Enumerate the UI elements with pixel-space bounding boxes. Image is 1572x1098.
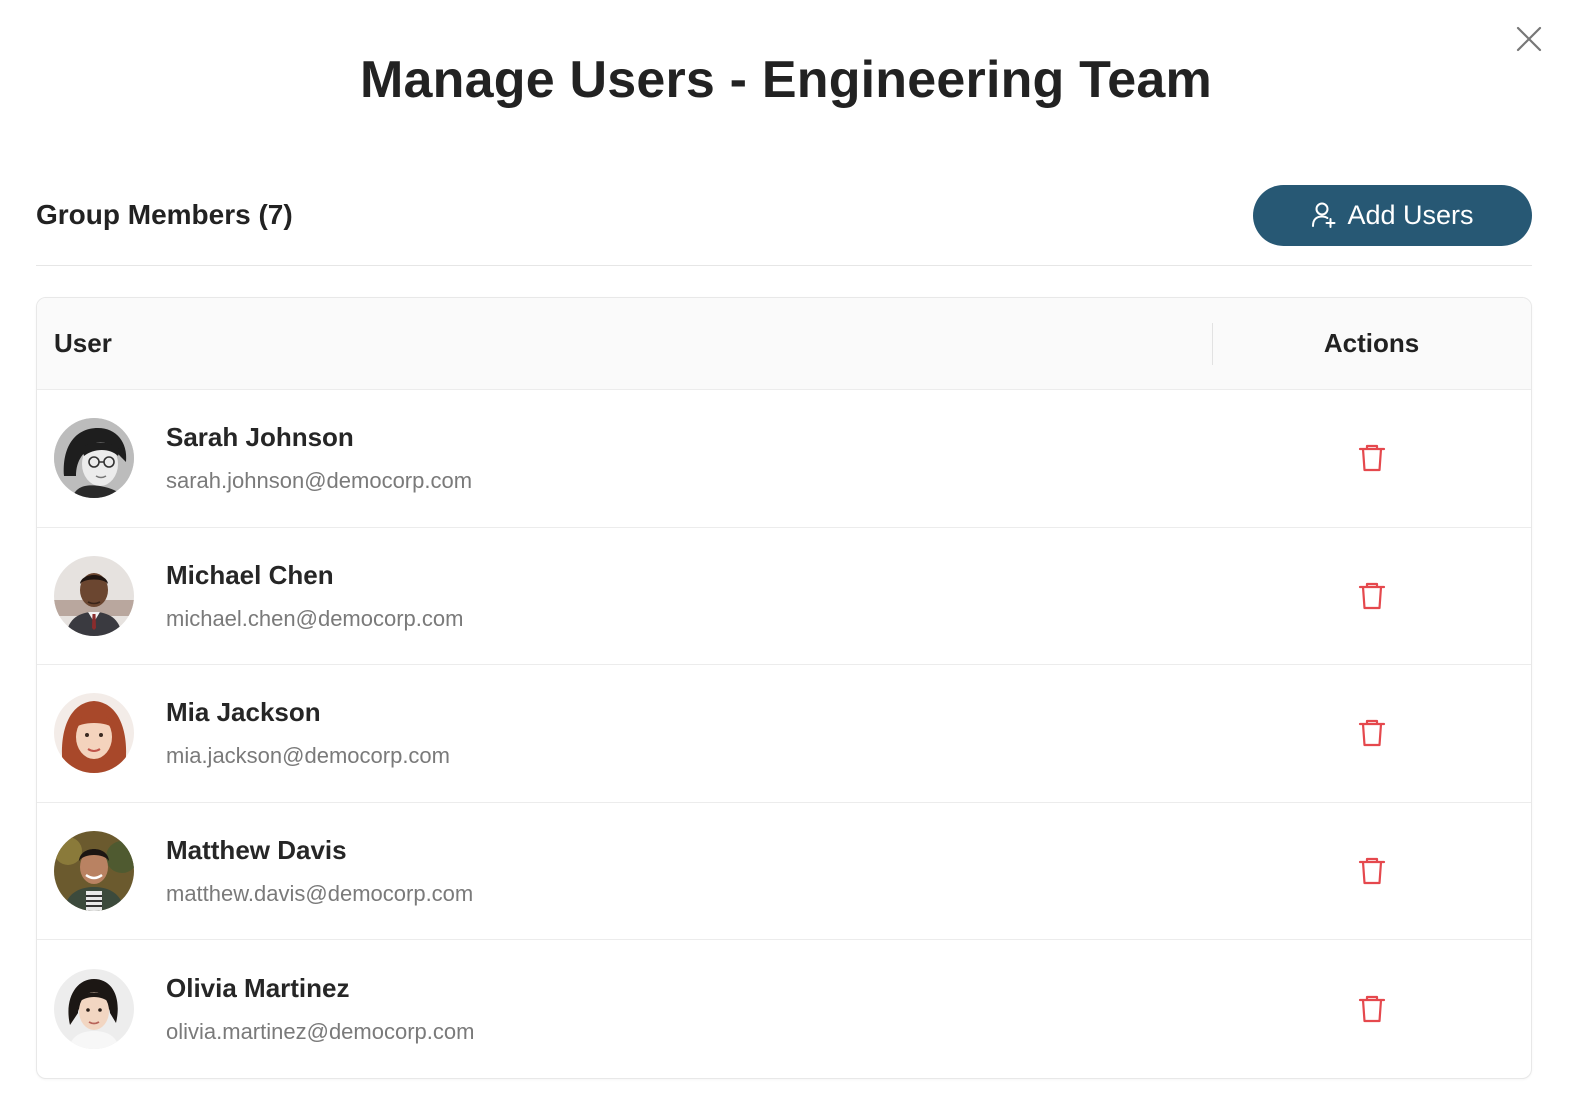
table-row: Olivia Martinez olivia.martinez@democorp… — [37, 940, 1531, 1078]
delete-user-button[interactable] — [1352, 576, 1392, 616]
trash-icon — [1358, 720, 1385, 747]
user-info: Olivia Martinez olivia.martinez@democorp… — [166, 972, 474, 1046]
manage-users-modal: Manage Users - Engineering Team Group Me… — [0, 0, 1572, 1098]
user-email: sarah.johnson@democorp.com — [166, 468, 473, 494]
action-cell — [1212, 713, 1531, 753]
action-cell — [1212, 576, 1531, 616]
delete-user-button[interactable] — [1352, 713, 1392, 753]
delete-user-button[interactable] — [1352, 989, 1392, 1029]
avatar — [54, 969, 134, 1050]
action-cell — [1212, 851, 1531, 891]
avatar — [54, 418, 134, 499]
user-cell: Matthew Davis matthew.davis@democorp.com — [37, 831, 1212, 912]
user-name: Sarah Johnson — [166, 422, 354, 453]
action-cell — [1212, 989, 1531, 1029]
members-table: User Actions Sarah Johnson sarah.johnson… — [36, 297, 1532, 1079]
user-info: Matthew Davis matthew.davis@democorp.com — [166, 834, 473, 908]
close-icon — [1516, 26, 1542, 52]
user-name: Matthew Davis — [166, 835, 347, 866]
user-info: Mia Jackson mia.jackson@democorp.com — [166, 696, 450, 770]
table-row: Matthew Davis matthew.davis@democorp.com — [37, 803, 1531, 941]
user-name: Mia Jackson — [166, 697, 321, 728]
user-email: mia.jackson@democorp.com — [166, 743, 450, 769]
section-divider — [36, 265, 1532, 266]
user-name: Michael Chen — [166, 559, 334, 590]
user-cell: Olivia Martinez olivia.martinez@democorp… — [37, 969, 1212, 1050]
user-info: Michael Chen michael.chen@democorp.com — [166, 559, 463, 633]
user-cell: Michael Chen michael.chen@democorp.com — [37, 555, 1212, 636]
avatar — [54, 831, 134, 912]
trash-icon — [1358, 996, 1385, 1023]
avatar — [54, 693, 134, 774]
section-header: Group Members (7) Add Users — [36, 184, 1532, 246]
trash-icon — [1358, 445, 1385, 472]
add-users-button[interactable]: Add Users — [1253, 184, 1532, 246]
group-members-title: Group Members (7) — [36, 199, 293, 230]
avatar — [54, 555, 134, 636]
user-cell: Sarah Johnson sarah.johnson@democorp.com — [37, 418, 1212, 499]
column-separator — [1212, 323, 1213, 365]
modal-title: Manage Users - Engineering Team — [360, 51, 1212, 109]
user-email: michael.chen@democorp.com — [166, 605, 464, 631]
delete-user-button[interactable] — [1352, 438, 1392, 478]
table-row: Michael Chen michael.chen@democorp.com — [37, 528, 1531, 666]
action-cell — [1212, 438, 1531, 478]
trash-icon — [1358, 582, 1385, 609]
trash-icon — [1358, 857, 1385, 885]
column-header-user: User — [54, 328, 112, 358]
column-header-actions: Actions — [1323, 328, 1420, 358]
table-header: User Actions — [37, 298, 1531, 390]
add-users-label: Add Users — [1347, 200, 1474, 230]
user-info: Sarah Johnson sarah.johnson@democorp.com — [166, 421, 472, 495]
user-email: olivia.martinez@democorp.com — [166, 1019, 475, 1045]
add-user-icon — [1312, 202, 1336, 228]
delete-user-button[interactable] — [1352, 851, 1392, 891]
user-cell: Mia Jackson mia.jackson@democorp.com — [37, 693, 1212, 774]
table-row: Mia Jackson mia.jackson@democorp.com — [37, 665, 1531, 803]
table-row: Sarah Johnson sarah.johnson@democorp.com — [37, 390, 1531, 528]
user-name: Olivia Martinez — [166, 973, 350, 1004]
user-email: matthew.davis@democorp.com — [166, 881, 474, 907]
